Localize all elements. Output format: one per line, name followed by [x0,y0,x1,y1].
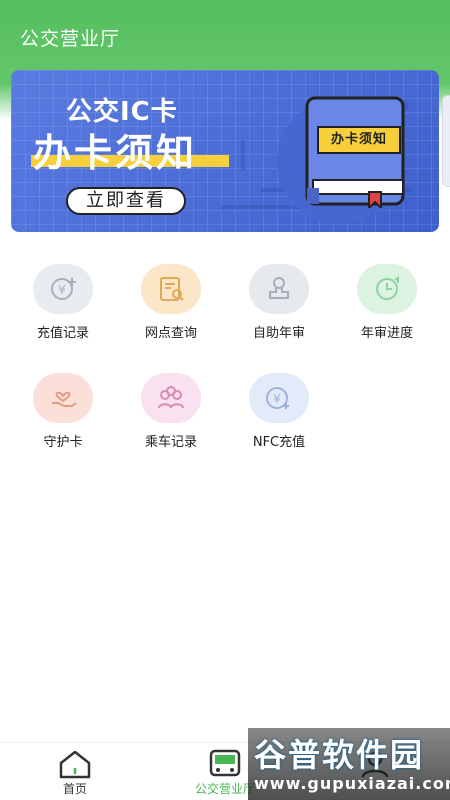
clock-icon [357,264,417,314]
heart-hand-icon [33,373,93,423]
grid-item-nfc-recharge[interactable]: ¥ NFC充值 [229,373,329,463]
grid-item-guard-card[interactable]: 守护卡 [13,373,113,463]
search-doc-icon [141,264,201,314]
home-icon [59,750,91,779]
grid-item-review-progress[interactable]: 年审进度 [337,264,437,354]
book-label: 办卡须知 [317,126,401,154]
stamp-icon [249,264,309,314]
next-banner-peek [442,95,450,187]
grid-item-label: 乘车记录 [144,435,197,450]
grid-item-label: 守护卡 [43,435,83,450]
bus-icon [209,749,241,777]
grid-item-self-review[interactable]: 自助年审 [229,264,329,354]
svg-text:¥: ¥ [273,392,281,406]
yuan-add-icon: ¥ [33,264,93,314]
view-now-button[interactable]: 立即查看 [66,187,186,215]
watermark-title: 谷普软件园 [254,736,425,774]
watermark: 谷普软件园 www.gupuxiazai.com [248,728,450,800]
grid-item-label: 充值记录 [36,326,89,341]
grid-item-label: 自助年审 [252,326,305,341]
watermark-url: www.gupuxiazai.com [254,774,450,793]
grid-item-label: 年审进度 [360,326,413,341]
grid-item-outlet-search[interactable]: 网点查询 [121,264,221,354]
grid-item-label: NFC充值 [252,435,306,450]
promo-banner[interactable]: 公交IC卡 办卡须知 立即查看 办卡须知 [11,70,439,232]
grid-item-label: 网点查询 [144,326,197,341]
tab-label: 首页 [62,782,87,796]
banner-subtitle: 办卡须知 [33,131,198,175]
group-icon [141,373,201,423]
grid-item-ride-record[interactable]: 乘车记录 [121,373,221,463]
page-title: 公交营业厅 [20,28,121,50]
svg-text:¥: ¥ [58,283,66,297]
yuan-card-icon: ¥ [249,373,309,423]
tab-home[interactable]: 首页 [0,743,150,800]
grid-item-recharge-record[interactable]: ¥ 充值记录 [13,264,113,354]
